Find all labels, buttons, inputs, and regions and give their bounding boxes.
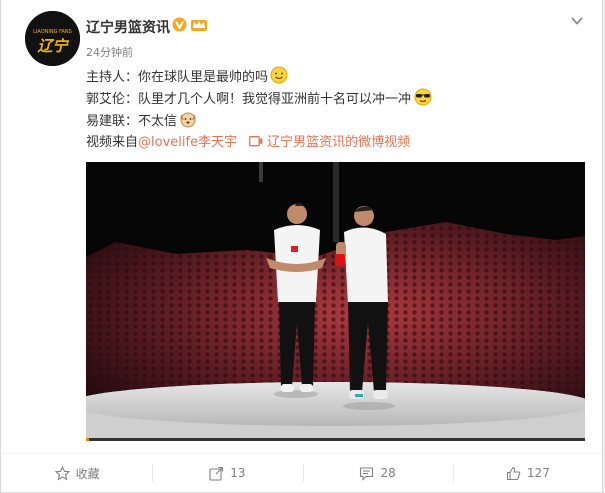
text-line-yi: 易建联：不太信 — [86, 110, 433, 132]
repost-count: 13 — [230, 466, 246, 480]
video-progress-fill — [86, 438, 89, 441]
thumbs-up-icon — [506, 466, 521, 481]
repost-icon — [209, 466, 224, 481]
favorite-button[interactable]: 收藏 — [2, 454, 152, 492]
weibo-post-card: LIAONING FANS 辽宁 辽宁男篮资讯 24分钟前 主持人：你在球队里是… — [0, 0, 603, 493]
post-time[interactable]: 24分钟前 — [86, 44, 133, 60]
source-user-link[interactable]: @lovelife李天宇 — [138, 135, 237, 150]
text-line-source: 视频来自@lovelife李天宇 辽宁男篮资讯的微博视频 — [86, 132, 433, 154]
video-link-icon[interactable] — [249, 134, 263, 156]
like-count: 127 — [526, 466, 550, 480]
author-avatar[interactable]: LIAONING FANS 辽宁 — [25, 11, 80, 66]
favorite-label: 收藏 — [75, 466, 100, 481]
member-crown-icon[interactable] — [190, 17, 208, 36]
comment-button[interactable]: 28 — [302, 454, 453, 492]
avatar-logo: LIAONING FANS 辽宁 — [25, 11, 80, 66]
vip-v-icon[interactable] — [172, 17, 187, 36]
text-line-host: 主持人：你在球队里是最帅的吗 — [86, 66, 433, 88]
sunglasses-emoji-icon — [413, 88, 433, 114]
post-content: 主持人：你在球队里是最帅的吗 郭艾伦：队里才几个人啊！我觉得亚洲前十名可以冲一冲… — [86, 66, 433, 154]
like-button[interactable]: 127 — [452, 454, 603, 492]
video-player[interactable] — [86, 162, 585, 441]
more-options-chevron-icon[interactable] — [570, 13, 584, 27]
video-frame — [86, 162, 585, 441]
repost-button[interactable]: 13 — [152, 454, 302, 492]
text-line-guo: 郭艾伦：队里才几个人啊！我觉得亚洲前十名可以冲一冲 — [86, 88, 433, 110]
comment-icon — [359, 466, 374, 481]
svg-text:辽宁: 辽宁 — [37, 37, 69, 55]
author-badges — [172, 17, 208, 36]
video-progress-bar[interactable] — [86, 438, 585, 441]
source-video-link[interactable]: 辽宁男篮资讯的微博视频 — [267, 135, 410, 150]
comment-count: 28 — [380, 466, 396, 480]
star-icon — [54, 465, 70, 481]
svg-text:LIAONING FANS: LIAONING FANS — [33, 29, 72, 35]
action-bar: 收藏 13 28 127 — [2, 453, 603, 492]
author-name[interactable]: 辽宁男篮资讯 — [86, 17, 170, 37]
